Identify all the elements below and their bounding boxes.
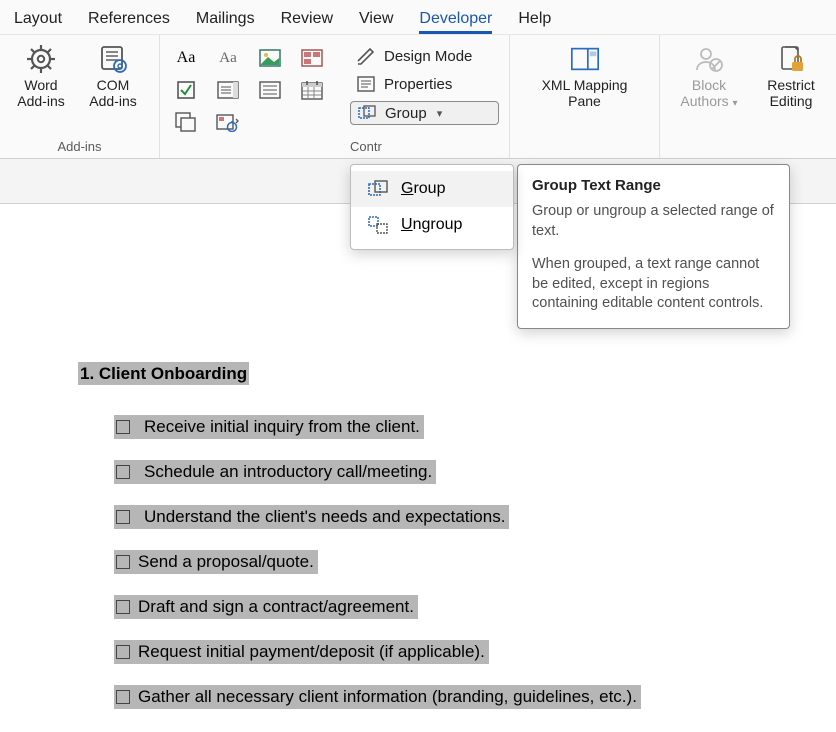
content-controls-grid: Aa Aa [170,41,330,137]
checklist: Receive initial inquiry from the client.… [78,404,836,719]
tab-developer[interactable]: Developer [419,10,492,34]
chevron-down-icon: ▾ [437,107,443,120]
ribbon-group-label-addins: Add-ins [10,139,149,154]
ungroup-menuitem[interactable]: Ungroup [351,207,513,243]
group-dropdown-menu: Group Ungroup [350,164,514,250]
design-mode-icon [356,47,376,65]
chevron-down-icon: ▾ [733,98,738,109]
date-picker-control-icon[interactable] [296,77,328,103]
checkbox-icon[interactable] [116,555,130,569]
ungroup-icon [367,215,389,235]
tab-review[interactable]: Review [281,10,333,34]
building-block-gallery-icon[interactable] [296,45,328,71]
checklist-item-label: Understand the client's needs and expect… [144,507,505,527]
checklist-item-label: Receive initial inquiry from the client. [144,417,420,437]
tooltip-title: Group Text Range [532,177,775,194]
plain-text-control-icon[interactable]: Aa [212,45,244,71]
checklist-item[interactable]: Schedule an introductory call/meeting. [114,449,836,494]
checklist-item-label: Draft and sign a contract/agreement. [138,597,414,617]
com-addins-icon [97,43,129,75]
tab-view[interactable]: View [359,10,393,34]
properties-icon [356,75,376,93]
checkbox-icon[interactable] [116,645,130,659]
checkbox-icon[interactable] [116,510,130,524]
gear-icon [25,43,57,75]
tab-help[interactable]: Help [518,10,551,34]
checklist-item[interactable]: Send a proposal/quote. [114,539,836,584]
group-menuitem[interactable]: Group [351,171,513,207]
legacy-tools-icon[interactable] [212,109,244,135]
checklist-item[interactable]: Draft and sign a contract/agreement. [114,584,836,629]
block-authors-icon [693,43,725,75]
checklist-item[interactable]: Request initial payment/deposit (if appl… [114,629,836,674]
tooltip: Group Text Range Group or ungroup a sele… [517,164,790,329]
restrict-editing-button[interactable]: Restrict Editing [758,41,824,110]
com-addins-button[interactable]: COM Add-ins [82,41,144,109]
checklist-item[interactable]: Understand the client's needs and expect… [114,494,836,539]
tab-mailings[interactable]: Mailings [196,10,255,34]
group-icon [367,179,389,199]
tooltip-body-2: When grouped, a text range cannot be edi… [532,255,775,314]
checklist-item-label: Send a proposal/quote. [138,552,314,572]
block-authors-button: Block Authors ▾ [670,41,748,110]
checkbox-icon[interactable] [116,465,130,479]
checklist-item-label: Schedule an introductory call/meeting. [144,462,432,482]
tooltip-body-1: Group or ungroup a selected range of tex… [532,202,775,241]
checkbox-icon[interactable] [116,600,130,614]
word-addins-button[interactable]: Word Add-ins [10,41,72,109]
properties-button[interactable]: Properties [350,73,499,95]
tab-references[interactable]: References [88,10,170,34]
ribbon-tabs: Layout References Mailings Review View D… [0,0,836,35]
checkbox-icon[interactable] [116,690,130,704]
group-menu-button[interactable]: Group ▾ [350,101,499,125]
checkbox-icon[interactable] [116,420,130,434]
checklist-item-label: Request initial payment/deposit (if appl… [138,642,485,662]
section-heading[interactable]: 1. Client Onboarding [78,362,249,385]
mapping-pane-icon [569,43,601,75]
dropdown-list-control-icon[interactable] [254,77,286,103]
picture-control-icon[interactable] [254,45,286,71]
checklist-item[interactable]: Gather all necessary client information … [114,674,836,719]
checkbox-control-icon[interactable] [170,77,202,103]
xml-mapping-pane-button[interactable]: XML Mapping Pane [525,41,645,109]
design-mode-button[interactable]: Design Mode [350,45,499,67]
checklist-item[interactable]: Receive initial inquiry from the client. [114,404,836,449]
combo-box-control-icon[interactable] [212,77,244,103]
checklist-item-label: Gather all necessary client information … [138,687,637,707]
tab-layout[interactable]: Layout [14,10,62,34]
repeating-section-control-icon[interactable] [170,109,202,135]
restrict-editing-icon [775,43,807,75]
ribbon-group-label-controls: Contr [350,139,499,154]
rich-text-control-icon[interactable]: Aa [170,45,202,71]
group-icon [357,104,377,122]
ribbon: Word Add-ins COM Add-ins Add-ins Aa Aa [0,35,836,159]
